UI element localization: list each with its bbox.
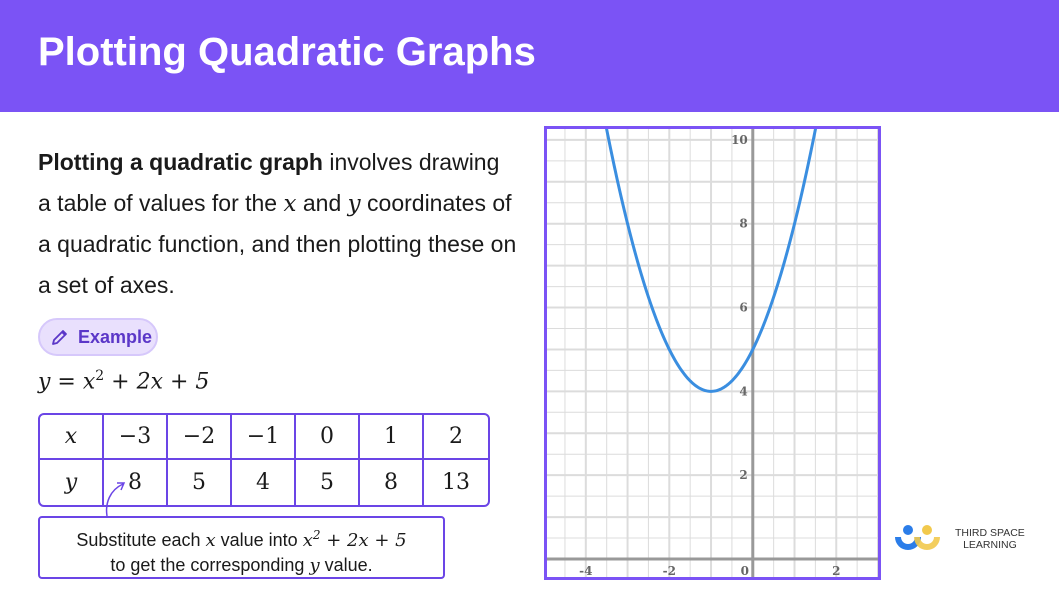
substitution-note: Substitute each x value into x2 + 2x + 5… — [38, 516, 445, 579]
logo-line2: LEARNING — [963, 539, 1017, 551]
plot-svg: -4 -2 0 2 2 4 6 8 10 — [547, 129, 879, 578]
eq-rhs: + 2x + 5 — [104, 369, 210, 395]
cell: 2 — [424, 415, 488, 460]
cell: −3 — [104, 415, 168, 460]
cell: −2 — [168, 415, 232, 460]
note-x: x — [205, 530, 216, 551]
header-x: x — [40, 415, 104, 460]
note-exp: 2 — [312, 528, 321, 542]
cell: 4 — [232, 460, 296, 505]
note-part: Substitute each — [76, 530, 206, 550]
quadratic-curve — [605, 129, 817, 393]
third-space-learning-logo: THIRD SPACE LEARNING — [893, 524, 1025, 554]
eq-lhs: y = x — [38, 369, 96, 395]
table-row-x: x −3 −2 −1 0 1 2 — [40, 415, 488, 460]
y-tick-label: 2 — [739, 468, 747, 482]
intro-bold: Plotting a quadratic graph — [38, 149, 323, 175]
note-expr: x — [302, 530, 313, 551]
logo-line1: THIRD SPACE — [955, 527, 1025, 539]
equation: y = x2 + 2x + 5 — [38, 368, 209, 394]
x-tick-label: 0 — [741, 564, 749, 577]
y-tick-label: 4 — [739, 384, 747, 398]
cell: 5 — [168, 460, 232, 505]
cell: 13 — [442, 470, 470, 495]
note-part: to get the corresponding — [110, 555, 310, 575]
eq-exp: 2 — [95, 368, 105, 384]
cell: 1 — [360, 415, 424, 460]
cell: 8 — [360, 460, 424, 505]
note-part: value into — [215, 530, 303, 550]
intro-y: y — [347, 190, 361, 217]
cell: 0 — [296, 415, 360, 460]
quadratic-graph: -4 -2 0 2 2 4 6 8 10 — [544, 126, 881, 580]
pencil-icon — [52, 330, 67, 345]
y-tick-label: 6 — [739, 301, 747, 315]
intro-text: Plotting a quadratic graph involves draw… — [38, 142, 518, 305]
cell: −1 — [232, 415, 296, 460]
y-tick-label: 8 — [739, 217, 747, 231]
x-tick-label: -4 — [579, 564, 592, 577]
x-tick-label: -2 — [663, 564, 676, 577]
example-badge: Example — [38, 318, 158, 356]
y-tick-label: 10 — [731, 133, 748, 147]
cell: 5 — [296, 460, 360, 505]
note-y: y — [309, 555, 320, 576]
x-tick-label: 2 — [832, 564, 840, 577]
arrow-icon — [105, 482, 126, 517]
example-label: Example — [78, 326, 153, 347]
logo-icon — [895, 525, 940, 550]
intro-x: x — [283, 190, 297, 217]
note-part: value. — [319, 555, 373, 575]
note-part: + 2x + 5 — [320, 530, 407, 551]
header-banner: Plotting Quadratic Graphs — [0, 0, 1059, 112]
intro-part: and — [296, 189, 348, 216]
page-title: Plotting Quadratic Graphs — [38, 30, 536, 74]
